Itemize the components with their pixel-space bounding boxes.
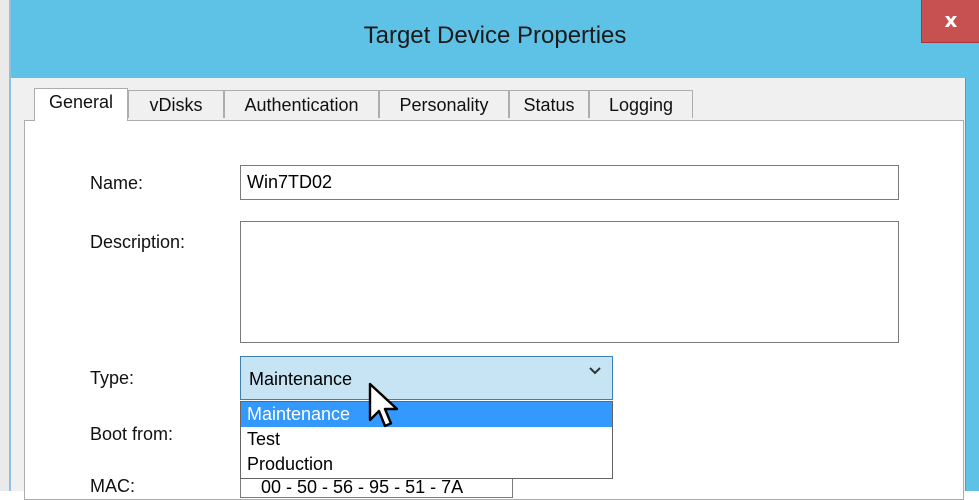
type-dropdown-list: Maintenance Test Production — [240, 401, 613, 479]
window-frame-right — [966, 78, 979, 491]
chevron-down-icon — [589, 367, 601, 375]
close-icon: x — [944, 8, 958, 32]
close-button[interactable]: x — [921, 0, 979, 43]
description-field[interactable] — [240, 221, 899, 343]
type-option-maintenance[interactable]: Maintenance — [241, 402, 612, 427]
type-select-value: Maintenance — [249, 369, 353, 389]
tab-personality[interactable]: Personality — [379, 90, 509, 118]
mac-field[interactable]: 00 - 50 - 56 - 95 - 51 - 7A — [240, 478, 513, 498]
description-label: Description: — [90, 232, 186, 252]
boot-from-label: Boot from: — [90, 424, 174, 444]
mouse-pointer-icon — [368, 382, 399, 428]
tab-general[interactable]: General — [34, 88, 128, 121]
type-option-test[interactable]: Test — [241, 427, 612, 452]
tab-logging[interactable]: Logging — [589, 90, 693, 118]
tab-status[interactable]: Status — [509, 90, 589, 118]
type-option-production[interactable]: Production — [241, 452, 612, 477]
name-field[interactable]: Win7TD02 — [240, 165, 899, 200]
window-frame-left — [0, 0, 9, 491]
type-select[interactable]: Maintenance — [240, 356, 613, 400]
tab-authentication[interactable]: Authentication — [224, 90, 379, 118]
mac-label: MAC: — [90, 476, 135, 496]
title-bar[interactable]: Target Device Properties — [11, 0, 979, 78]
type-label: Type: — [90, 368, 135, 388]
tab-vdisks[interactable]: vDisks — [128, 90, 224, 118]
name-label: Name: — [90, 173, 144, 193]
window-title: Target Device Properties — [363, 22, 627, 49]
